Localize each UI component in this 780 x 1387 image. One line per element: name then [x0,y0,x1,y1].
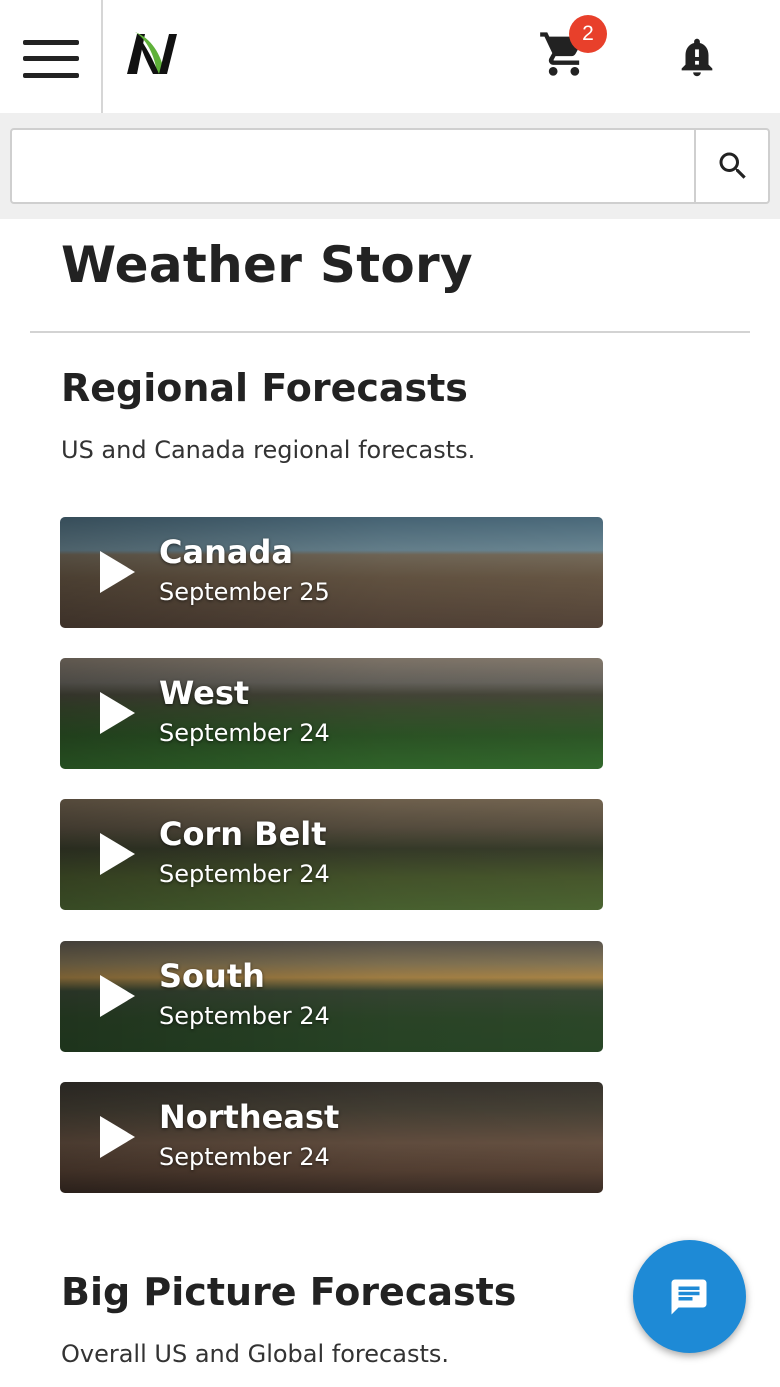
search-bar [0,113,780,219]
regional-forecasts-heading: Regional Forecasts [61,366,468,410]
forecast-card-south[interactable]: South September 24 [60,941,603,1052]
search-box [10,128,770,204]
card-overlay [60,799,603,910]
chat-button[interactable] [633,1240,746,1353]
forecast-card-title: Canada [159,533,293,571]
forecast-card-date: September 25 [159,578,330,606]
chat-message-icon [671,1279,707,1315]
card-overlay [60,658,603,769]
app-header: 2 [0,0,780,113]
forecast-card-west[interactable]: West September 24 [60,658,603,769]
menu-bar [23,73,79,78]
forecast-card-corn-belt[interactable]: Corn Belt September 24 [60,799,603,910]
menu-bar [23,56,79,61]
cart-count-badge: 2 [569,15,607,53]
title-divider [30,331,750,333]
search-icon [719,152,746,179]
search-button[interactable] [694,130,768,202]
forecast-card-northeast[interactable]: Northeast September 24 [60,1082,603,1193]
play-icon [100,975,135,1017]
big-picture-forecasts-description: Overall US and Global forecasts. [61,1340,449,1368]
big-picture-forecasts-heading: Big Picture Forecasts [61,1270,517,1314]
forecast-card-date: September 24 [159,1002,330,1030]
regional-forecasts-description: US and Canada regional forecasts. [61,436,476,464]
play-icon [100,833,135,875]
forecast-card-title: Corn Belt [159,815,327,853]
menu-bar [23,40,79,45]
play-icon [100,1116,135,1158]
hamburger-menu-icon[interactable] [0,0,103,113]
forecast-card-title: West [159,674,250,712]
card-overlay [60,517,603,628]
forecast-card-canada[interactable]: Canada September 25 [60,517,603,628]
play-icon [100,551,135,593]
search-input[interactable] [12,130,695,202]
bell-alert-icon[interactable] [672,34,722,80]
play-icon [100,692,135,734]
forecast-card-date: September 24 [159,719,330,747]
forecast-card-date: September 24 [159,1143,330,1171]
card-overlay [60,941,603,1052]
n-brand-logo[interactable] [123,24,183,80]
page-title: Weather Story [61,236,473,294]
forecast-card-title: Northeast [159,1098,340,1136]
forecast-card-title: South [159,957,265,995]
forecast-card-date: September 24 [159,860,330,888]
